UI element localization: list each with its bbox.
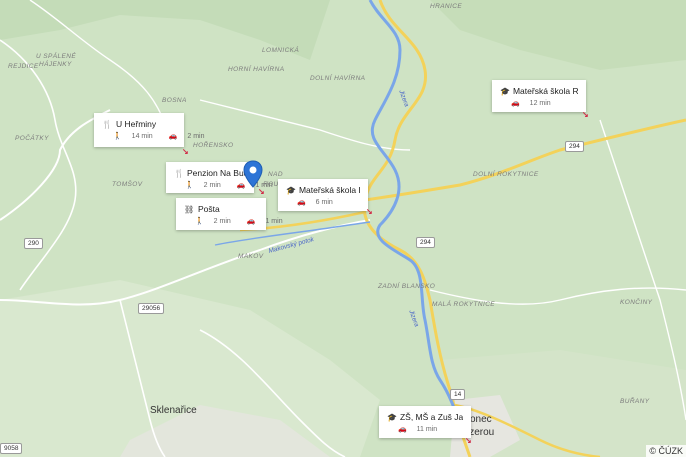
car-icon: 🚗 xyxy=(297,199,306,206)
school-icon: 🎓 xyxy=(387,412,397,422)
poi-card-penzion[interactable]: 🍴Penzion Na Bud… 🚶 2 min🚗 1 min xyxy=(166,162,273,193)
school-icon: 🎓 xyxy=(286,185,296,195)
walk-icon: 🚶 xyxy=(113,133,122,140)
place-hranice: HRANICE xyxy=(430,3,463,10)
restaurant-icon: 🍴 xyxy=(102,119,112,129)
place-burany: BUŘANY xyxy=(620,398,650,405)
place-bosna: BOSNA xyxy=(162,97,187,104)
route-arrow-icon: ↘ xyxy=(582,110,589,119)
car-icon: 🚗 xyxy=(511,100,520,107)
road-shield-294: 294 xyxy=(565,141,584,152)
town-sklenarice: Sklenařice xyxy=(150,405,197,416)
route-arrow-icon: ↘ xyxy=(465,436,472,445)
drive-time: 🚗 11 min xyxy=(398,426,438,433)
walk-time: 🚶 2 min xyxy=(195,218,231,225)
place-dolni-havirna: DOLNÍ HAVÍRNA xyxy=(310,75,366,82)
post-office-icon: ⛓ xyxy=(184,204,195,214)
place-u-spalene: U SPÁLENÉ xyxy=(36,53,77,60)
poi-title: Mateřská škola P… xyxy=(298,185,360,195)
copyright-label[interactable]: © ČÚZK xyxy=(646,445,686,457)
car-icon: 🚗 xyxy=(168,133,178,140)
place-tomsov: TOMŠOV xyxy=(112,181,143,188)
poi-card-materska-skola-p[interactable]: 🎓Mateřská škola P… 🚗 6 min xyxy=(278,179,368,211)
drive-time: 🚗 6 min xyxy=(297,199,333,206)
place-konciny: KONČINY xyxy=(620,299,653,306)
route-arrow-icon: ↘ xyxy=(258,187,265,196)
route-arrow-icon: ↘ xyxy=(182,147,189,156)
poi-card-u-herminy[interactable]: 🍴 U Heřminy 🚶 14 min 🚗 2 min xyxy=(94,113,204,147)
road-shield-29056: 29056 xyxy=(138,303,165,314)
poi-card-zs-ms-zus[interactable]: 🎓ZŠ, MŠ a Zuš Jabl… 🚗 11 min xyxy=(379,406,471,438)
route-arrow-icon: ↘ xyxy=(366,207,373,216)
place-mala-rokytnice: MALÁ ROKYTNICE xyxy=(432,301,496,308)
place-pocatky: POČÁTKY xyxy=(15,135,49,142)
road-shield-14: 14 xyxy=(450,389,466,400)
poi-title: Mateřská škola R… xyxy=(512,86,578,96)
place-lomnicka: LOMNICKÁ xyxy=(262,47,300,54)
poi-title: ZŠ, MŠ a Zuš Jabl… xyxy=(399,412,463,422)
walk-time: 🚶 14 min xyxy=(113,133,153,140)
place-horni-havirna: HORNÍ HAVÍRNA xyxy=(228,66,285,73)
map-base xyxy=(0,0,686,457)
school-icon: 🎓 xyxy=(500,86,510,96)
map-canvas[interactable]: HRANICE U SPÁLENÉ HÁJENKY REJDICE LOMNIC… xyxy=(0,0,686,457)
poi-title: Penzion Na Bud… xyxy=(186,168,246,178)
walk-icon: 🚶 xyxy=(195,218,204,225)
place-horensko: HOŘENSKO xyxy=(193,142,234,149)
poi-title: Pošta xyxy=(198,204,220,214)
car-icon: 🚗 xyxy=(246,218,256,225)
restaurant-icon: 🍴 xyxy=(174,168,184,178)
poi-card-posta[interactable]: ⛓ Pošta 🚶 2 min 🚗 1 min xyxy=(176,198,283,230)
poi-title: U Heřminy xyxy=(116,119,157,129)
walk-time: 🚶 2 min xyxy=(185,182,221,189)
road-shield-9058: 9058 xyxy=(0,443,23,454)
road-shield-290: 290 xyxy=(24,238,43,249)
car-icon: 🚗 xyxy=(398,426,407,433)
place-zadni-blansko: ZADNÍ BLANSKO xyxy=(378,283,436,290)
road-shield-294: 294 xyxy=(416,237,435,248)
place-nad: NAD xyxy=(268,171,283,178)
drive-time: 🚗 2 min xyxy=(168,133,205,140)
poi-card-materska-skola-r[interactable]: 🎓Mateřská škola R… 🚗 12 min xyxy=(492,80,586,112)
place-makov: MAKOV xyxy=(238,253,264,260)
location-pin-icon[interactable] xyxy=(243,160,263,188)
place-hajenky: HÁJENKY xyxy=(39,61,72,68)
drive-time: 🚗 1 min xyxy=(246,218,283,225)
place-rejdice: REJDICE xyxy=(8,63,39,70)
place-dolni-rokytnice: DOLNÍ ROKYTNICE xyxy=(473,171,539,178)
town-onec: onec xyxy=(470,414,492,425)
drive-time: 🚗 12 min xyxy=(511,100,551,107)
walk-icon: 🚶 xyxy=(185,182,194,189)
